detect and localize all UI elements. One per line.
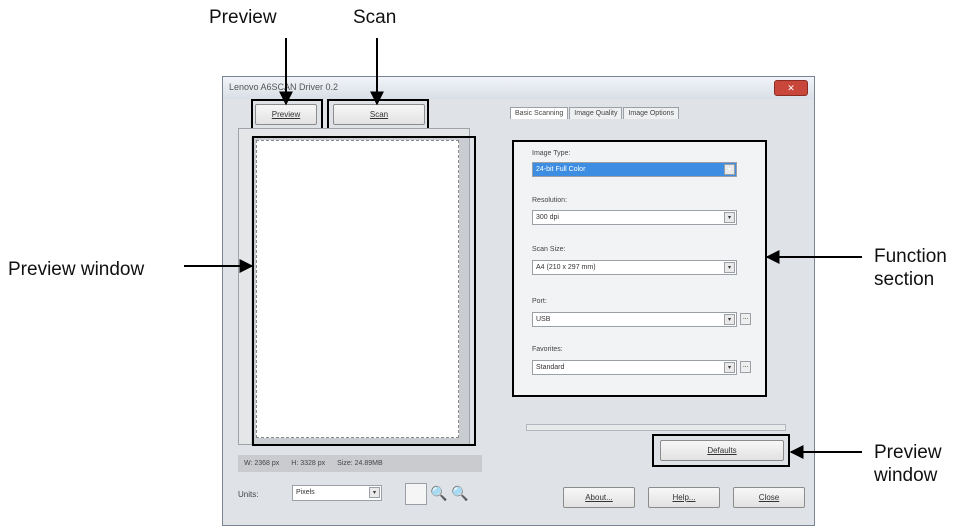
callout-arrows: [184, 38, 862, 459]
